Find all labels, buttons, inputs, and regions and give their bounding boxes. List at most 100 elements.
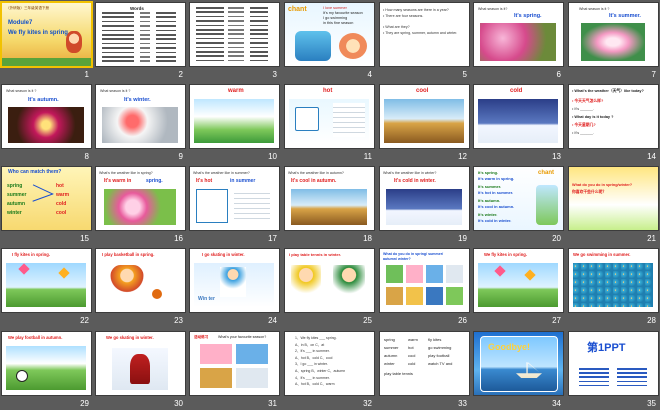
slide-text: We play football in autumn.	[8, 335, 63, 340]
slide-text: 2、It's ___ in summer.	[295, 349, 330, 354]
link-line	[579, 384, 609, 387]
slide-text: It's cold in winter.	[478, 218, 512, 223]
slide-number: 27	[552, 316, 561, 325]
season-picture	[236, 344, 268, 364]
slide-thumbnail-7[interactable]: What season is it ? It's summer.	[569, 3, 658, 66]
word: play table tennis	[384, 371, 413, 376]
meaning-line	[156, 51, 176, 54]
slide-text: • What's the weather（天气）like today?	[572, 89, 644, 93]
slide-thumbnail-26[interactable]: What do you do in spring/ summer/autumn/…	[380, 249, 469, 312]
slide-title: Who can match them?	[8, 169, 62, 175]
child-cartoon-image	[339, 33, 367, 59]
link-line	[579, 368, 609, 370]
slide-number: 11	[363, 152, 372, 161]
slide-thumbnail-23[interactable]: I play basketball in spring.	[96, 249, 185, 312]
slide-thumbnail-35[interactable]: 第1PPT	[569, 332, 658, 395]
slide-number: 10	[268, 152, 277, 161]
phonetic-line	[228, 15, 244, 18]
slide-thumbnail-13[interactable]: cold	[474, 85, 563, 148]
word: go swimming	[428, 345, 452, 350]
slide-thumbnail-2[interactable]: Words	[96, 3, 185, 66]
slide-text: 你喜欢干些什么呢？	[572, 190, 607, 194]
word: summer	[384, 345, 399, 350]
slide-text: What season is it?	[478, 7, 508, 11]
slide-number: 32	[363, 399, 372, 408]
slide-text: It's winter.	[478, 212, 498, 217]
slide-number: 4	[367, 70, 372, 79]
slide-text: （外研版）三年级英语下册	[6, 6, 50, 10]
slide-thumbnail-33[interactable]: spring summer autumn winter warm hot cool cold f…	[380, 332, 469, 395]
slide-thumbnail-16[interactable]: What's the weather like in spring? It's w…	[96, 167, 185, 230]
season-picture	[200, 344, 232, 364]
slide-thumbnail-20[interactable]: chant It's spring. It's warm in spring. It'…	[474, 167, 563, 230]
slide-thumbnail-25[interactable]: I play table tennis in winter.	[285, 249, 374, 312]
grass-band	[2, 58, 91, 66]
phonetic-line	[228, 24, 244, 27]
slide-text: A、hot B、cold C、cool	[295, 355, 333, 360]
meaning-line	[250, 7, 268, 9]
meaning-line	[250, 33, 268, 35]
slide-thumbnail-29[interactable]: We play football in autumn.	[2, 332, 91, 395]
slide-text: • 今天天气怎么样?	[572, 99, 604, 103]
slide-number: 2	[178, 70, 183, 79]
slide-thumbnail-12[interactable]: cool	[380, 85, 469, 148]
slide-text: • They are spring, summer, autumn and wi…	[383, 31, 458, 35]
meaning-line	[250, 15, 268, 18]
slide-title: Words	[130, 6, 144, 11]
slide-thumbnail-1[interactable]: （外研版）三年级英语下册 Module7 We fly kites in sprin…	[2, 3, 91, 66]
slide-thumbnail-18[interactable]: What's the weather like in autumn? It's c…	[285, 167, 374, 230]
winter-sign: Win ter	[198, 296, 215, 302]
slide-text: What's the weather like in summer?	[193, 171, 250, 175]
basketball-player-image	[110, 265, 144, 307]
slide-number: 8	[84, 152, 89, 161]
slide-thumbnail-9[interactable]: What season is it ? It's winter.	[96, 85, 185, 148]
slide-text: • How many seasons are there in a year?	[383, 8, 449, 12]
slide-text: I fly kites in spring.	[12, 252, 50, 257]
slide-text: What do you do in spring/winter?	[572, 183, 633, 187]
season-word: summer	[7, 192, 27, 198]
slide-number: 13	[552, 152, 561, 161]
slide-text: What season is it ?	[6, 89, 37, 93]
harvest-field-photo	[291, 189, 367, 225]
activity-picture	[406, 287, 423, 305]
slide-thumbnail-3[interactable]	[190, 3, 279, 66]
slide-thumbnail-27[interactable]: We fly kites in spring.	[474, 249, 563, 312]
slide-thumbnail-14[interactable]: • What's the weather（天气）like today? • 今天天…	[569, 85, 658, 148]
link-line	[579, 376, 609, 378]
slide-text: • 今天星期几?	[572, 123, 596, 127]
slide-thumbnail-24[interactable]: I go skating in winter. Win ter	[190, 249, 279, 312]
football-icon	[16, 370, 28, 382]
slide-thumbnail-22[interactable]: I fly kites in spring.	[2, 249, 91, 312]
phonetic-line	[228, 37, 244, 40]
slide-thumbnail-4[interactable]: chant I love summer It's my favourite seas…	[285, 3, 374, 66]
slide-number: 31	[268, 399, 277, 408]
word-line	[102, 56, 134, 58]
slide-thumbnail-32[interactable]: 1、We fly kites ___ spring. A、in B、on C、at…	[285, 332, 374, 395]
cartoon-child-image	[66, 31, 82, 53]
skater-cartoon-image	[220, 267, 246, 297]
word: warm	[408, 337, 418, 342]
hot-character-image	[196, 189, 228, 223]
slide-thumbnail-19[interactable]: What's the weather like in winter? It's c…	[380, 167, 469, 230]
slide-thumbnail-34[interactable]: Goodbye!	[474, 332, 563, 395]
slide-thumbnail-17[interactable]: What's the weather like in summer? It's h…	[190, 167, 279, 230]
slide-thumbnail-6[interactable]: What season is it? It's spring.	[474, 3, 563, 66]
slide-text: 3、I go ___ in winter.	[295, 362, 328, 367]
slide-thumbnail-30[interactable]: We go skating in winter.	[96, 332, 185, 395]
harvest-field-photo	[384, 99, 464, 143]
slide-thumbnail-11[interactable]: hot	[285, 85, 374, 148]
link-line	[579, 380, 609, 383]
slide-text: We fly kites in spring.	[484, 252, 527, 257]
slide-thumbnail-28[interactable]: We go swimming in summer.	[569, 249, 658, 312]
slide-thumbnail-5[interactable]: • How many seasons are there in a year? •…	[380, 3, 469, 66]
slide-thumbnail-21[interactable]: What do you do in spring/winter? 你喜欢干些什么呢…	[569, 167, 658, 230]
snow-scene-image	[478, 99, 558, 143]
slide-thumbnail-31[interactable]: 活动练习 What's your favourite season?	[190, 332, 279, 395]
slide-thumbnail-10[interactable]: warm	[190, 85, 279, 148]
slide-thumbnail-8[interactable]: What season is it ? It's autumn.	[2, 85, 91, 148]
phonetic-line	[140, 16, 150, 18]
slide-text: What do you do in spring/ summer/	[383, 252, 444, 256]
word-line	[102, 51, 134, 54]
slide-thumbnail-15[interactable]: Who can match them? spring summer autumn win…	[2, 167, 91, 230]
phonetic-line	[140, 42, 150, 45]
